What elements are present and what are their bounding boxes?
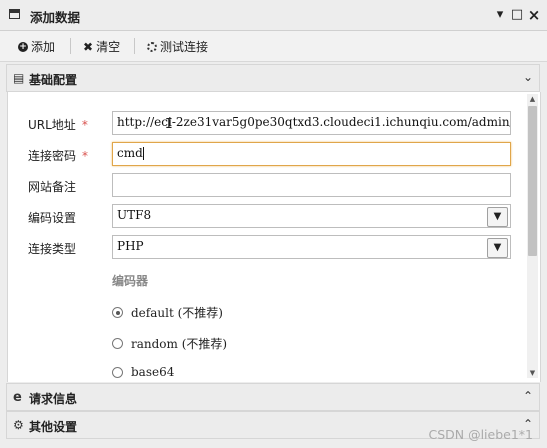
chevron-down-icon[interactable]: ⌄ [523,70,533,84]
panel-scrollbar[interactable]: ▲ ▼ [527,94,538,378]
encoder-option-base64[interactable]: base64 [112,365,174,379]
clear-button[interactable]: ✖ 清空 [83,38,120,55]
encoding-select[interactable]: UTF8 ▼ [112,204,511,228]
section-basic-config-header[interactable]: ▤ 基础配置 ⌄ [6,64,540,92]
document-icon: ▤ [13,71,25,85]
section-other-settings-label: 其他设置 [29,420,78,434]
x-icon: ✖ [83,39,94,54]
minimize-button[interactable]: ▾ [493,7,507,23]
gears-icon: ⚙ [13,418,24,432]
url-label: URL地址 * [28,116,88,133]
test-connection-button[interactable]: 测试连接 [147,38,208,55]
dropdown-arrow-icon[interactable]: ▼ [487,207,508,227]
window-icon [9,9,20,19]
connection-type-value: PHP [117,239,144,253]
encoding-label: 编码设置 [28,211,77,225]
text-cursor-icon: I [165,117,173,132]
required-mark: * [81,118,88,132]
plus-circle-icon: + [18,41,28,52]
radio-button[interactable] [112,307,123,318]
encoder-option-label: default (不推荐) [131,306,223,320]
password-input-value: cmd [117,146,143,160]
dropdown-arrow-icon[interactable]: ▼ [487,238,508,258]
scroll-up-icon[interactable]: ▲ [527,94,538,104]
toolbar-divider [134,38,135,54]
maximize-button[interactable]: □ [510,7,524,23]
encoder-option-label: base64 [131,365,175,379]
title-bar: 添加数据 ▾ □ × [0,0,547,31]
radio-button[interactable] [112,366,123,378]
scrollbar-thumb[interactable] [528,106,537,256]
chevron-up-icon[interactable]: ⌃ [523,389,533,403]
connection-type-select[interactable]: PHP ▼ [112,235,511,259]
basic-config-panel: URL地址 * http://eci-2ze31var5g0pe30qtxd3.c… [7,92,541,382]
section-basic-config-label: 基础配置 [29,73,78,87]
radio-button[interactable] [112,338,123,349]
password-label-text: 连接密码 [28,149,77,163]
window-title: 添加数据 [30,10,81,25]
test-connection-label: 测试连接 [160,40,209,54]
toolbar: + 添加 ✖ 清空 测试连接 [0,31,547,62]
section-request-info-label: 请求信息 [29,392,78,406]
add-button-label: 添加 [31,40,56,54]
caret [142,147,144,160]
encoding-select-value: UTF8 [117,208,152,222]
note-input[interactable] [112,173,511,197]
password-label: 连接密码 * [28,147,88,164]
edge-icon: e [13,390,22,405]
encoder-option-default[interactable]: default (不推荐) [112,304,223,321]
scroll-down-icon[interactable]: ▼ [527,368,538,378]
url-label-text: URL地址 [28,118,76,132]
encoder-option-random[interactable]: random (不推荐) [112,335,227,352]
watermark: CSDN @liebe1*1 [428,427,533,442]
clear-button-label: 清空 [96,40,121,54]
toolbar-divider [70,38,71,54]
note-label: 网站备注 [28,180,77,194]
close-button[interactable]: × [527,7,541,23]
encoder-option-label: random (不推荐) [131,337,228,351]
password-input[interactable]: cmd [112,142,511,166]
connection-type-label: 连接类型 [28,242,77,256]
add-button[interactable]: + 添加 [18,38,55,55]
spinner-icon [147,41,157,52]
required-mark: * [82,149,89,163]
section-request-info-header[interactable]: e 请求信息 ⌃ [6,383,540,411]
encoder-title: 编码器 [112,274,149,288]
add-data-window: 添加数据 ▾ □ × + 添加 ✖ 清空 测试连接 ▤ 基础配置 ⌄ URL地址… [0,0,547,448]
